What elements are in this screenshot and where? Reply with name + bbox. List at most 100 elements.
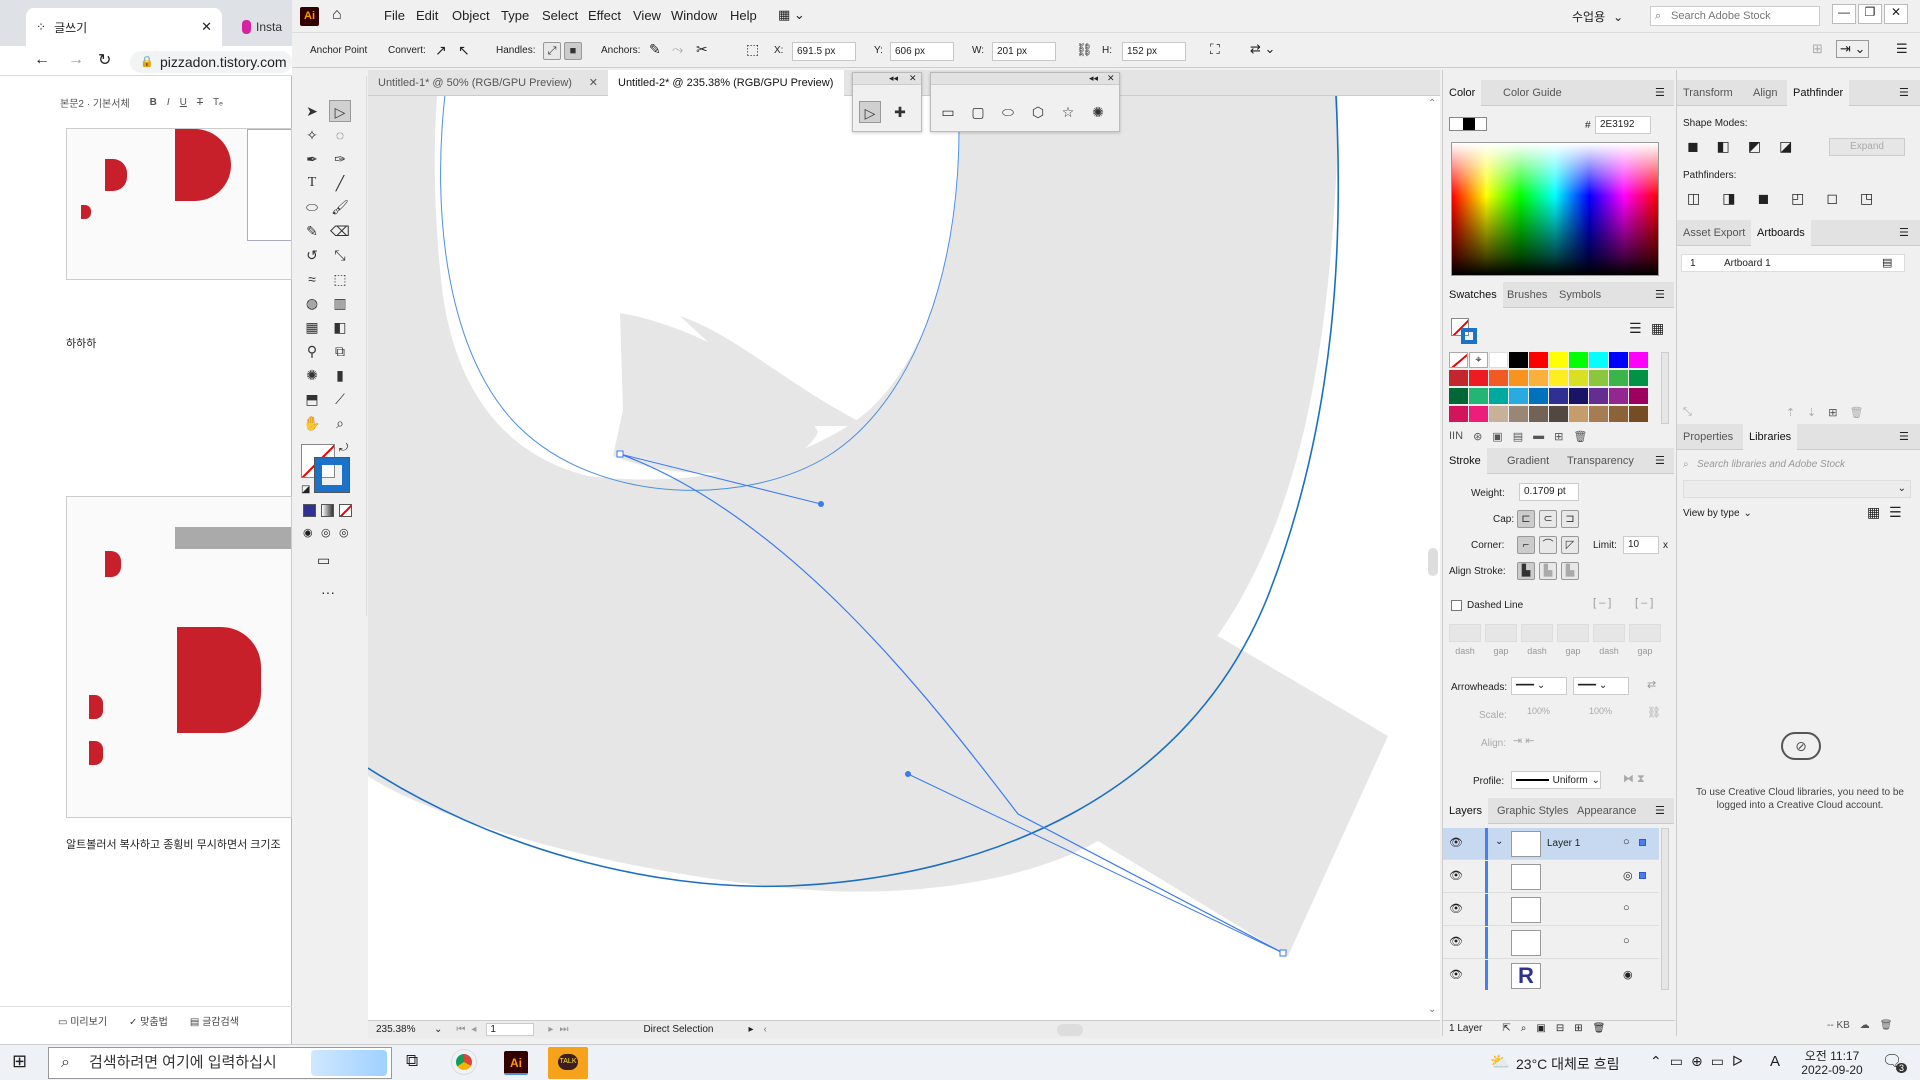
type-tool-icon[interactable]: T [301, 172, 323, 194]
strikethrough-icon[interactable]: T [197, 97, 203, 108]
artboard-tool-icon[interactable]: ⬒ [301, 388, 323, 410]
eyedropper-icon[interactable]: ⚲ [301, 340, 323, 362]
shape-builder-icon[interactable]: ◍ [301, 292, 323, 314]
flip-profile-icons[interactable]: ⧓ ⧗ [1623, 772, 1645, 786]
align-center-icon[interactable]: ▙ [1517, 562, 1535, 580]
swatch-color[interactable] [1509, 370, 1528, 386]
rotate-tool-icon[interactable]: ↺ [301, 244, 323, 266]
layers-scrollbar[interactable] [1661, 828, 1669, 990]
last-artboard-icon[interactable]: ⏭ [559, 1024, 568, 1035]
scroll-up-icon[interactable]: ⌃ [1428, 98, 1436, 109]
eye-icon[interactable]: 👁 [1449, 968, 1463, 981]
scroll-down-icon[interactable]: ⌄ [1428, 1004, 1436, 1015]
tab-graphic-styles[interactable]: Graphic Styles [1491, 798, 1575, 824]
start-scale-field[interactable]: 100% [1523, 706, 1563, 722]
menu-icon[interactable]: ☰ [1899, 430, 1909, 443]
back-icon[interactable]: ← [34, 51, 50, 69]
spellcheck-button[interactable]: ✓ 맞춤법 [129, 1013, 168, 1028]
menu-type[interactable]: Type [501, 8, 529, 23]
align-inside-icon[interactable]: ▙ [1539, 562, 1557, 580]
grid-view-icon[interactable]: ▦ [1651, 320, 1664, 337]
remove-anchor-icon[interactable]: ✎ [649, 41, 661, 58]
tab-layers[interactable]: Layers [1443, 798, 1489, 824]
arrange-icon[interactable]: ⊞ [1812, 41, 1823, 57]
trash-icon[interactable]: 🗑 [1573, 430, 1587, 443]
previous-artboard-icon[interactable]: ◂ [471, 1024, 476, 1035]
crop-icon[interactable]: ◰ [1791, 190, 1804, 207]
warp-tool-icon[interactable]: ≈ [301, 268, 323, 290]
close-icon[interactable]: ✕ [201, 19, 212, 35]
italic-icon[interactable]: I [167, 97, 170, 108]
swatch-color[interactable] [1469, 406, 1488, 422]
target-icon[interactable]: ○ [1623, 836, 1630, 848]
direct-selection-tool-icon[interactable]: ▷ [329, 100, 351, 122]
reload-icon[interactable]: ↻ [98, 50, 111, 70]
color-spectrum[interactable] [1451, 142, 1659, 276]
swatch-color[interactable] [1629, 406, 1648, 422]
tab-gradient[interactable]: Gradient [1501, 448, 1555, 474]
trash-icon[interactable]: 🗑 [1593, 1023, 1606, 1034]
artboard-number-field[interactable]: 1 [486, 1023, 535, 1036]
dash-field-1[interactable] [1449, 624, 1481, 642]
convert-corner-icon[interactable]: ↗ [435, 42, 447, 59]
swatch-color[interactable] [1589, 352, 1608, 368]
rearrange-icon[interactable]: ⤡ [1683, 406, 1692, 419]
illustrator-taskbar-icon[interactable]: Ai [504, 1051, 528, 1075]
link-scale-icon[interactable]: ⛓ [1647, 706, 1661, 719]
post-image-2[interactable] [66, 496, 292, 818]
menu-help[interactable]: Help [730, 8, 757, 23]
tab-asset-export[interactable]: Asset Export [1677, 220, 1751, 246]
weather-text[interactable]: 23°C 대체로 흐림 [1516, 1054, 1619, 1074]
gap-field-3[interactable] [1629, 624, 1661, 642]
stock-search-field[interactable]: ⌕ Search Adobe Stock [1650, 6, 1820, 26]
swatch-color[interactable] [1449, 406, 1468, 422]
stroke-swatch[interactable] [314, 457, 350, 493]
expand-button[interactable]: Expand [1829, 138, 1905, 156]
panel-options-icon[interactable]: ⇥ ⌄ [1836, 40, 1870, 58]
editor-style-text[interactable]: 본문2 · 기본서체 [60, 95, 130, 110]
artboard-canvas[interactable]: ⌃ ⌄ [368, 96, 1440, 1020]
swatch-color[interactable] [1549, 370, 1568, 386]
swatch-color[interactable] [1489, 370, 1508, 386]
swap-fill-stroke-icon[interactable]: ⤾ [339, 442, 348, 455]
add-anchor-icon[interactable]: ✚ [889, 101, 911, 123]
bevel-join-icon[interactable]: ◸ [1561, 536, 1579, 554]
swatch-color[interactable] [1609, 352, 1628, 368]
minus-front-icon[interactable]: ◧ [1717, 138, 1730, 155]
direct-selection-tool-icon[interactable]: ▷ [859, 101, 881, 123]
swatch-color[interactable] [1609, 406, 1628, 422]
tab-stroke[interactable]: Stroke [1443, 448, 1487, 474]
new-color-group-icon[interactable]: ▤ [1513, 430, 1523, 443]
eye-icon[interactable]: 👁 [1449, 902, 1463, 915]
menu-object[interactable]: Object [452, 8, 490, 23]
underline-icon[interactable]: U [180, 97, 187, 108]
post-image-1[interactable] [66, 128, 292, 280]
layer-row[interactable]: 👁 ○ [1443, 894, 1659, 926]
free-transform-icon[interactable]: ⬚ [329, 268, 351, 290]
tab-transform[interactable]: Transform [1677, 80, 1739, 106]
target-icon[interactable]: ○ [1623, 935, 1630, 947]
libraries-dropdown[interactable]: ⌄ [1683, 480, 1911, 498]
folder-icon[interactable]: ▬ [1533, 430, 1544, 442]
swatch-color[interactable] [1629, 370, 1648, 386]
pen-tool-icon[interactable]: ✒ [301, 148, 323, 170]
gap-field-1[interactable] [1485, 624, 1517, 642]
expand-layer-icon[interactable]: ⌄ [1495, 836, 1503, 847]
hide-handles-icon[interactable]: ■ [564, 42, 582, 60]
new-layer-icon[interactable]: ⊞ [1574, 1023, 1582, 1034]
swatch-color[interactable] [1469, 370, 1488, 386]
transform-icon[interactable]: ⛶ [1210, 41, 1220, 58]
swatch-color[interactable] [1509, 406, 1528, 422]
swatch-color[interactable] [1529, 406, 1548, 422]
polygon-tool-icon[interactable]: ⬡ [1027, 101, 1049, 123]
limit-field[interactable]: 10 [1623, 536, 1659, 554]
swatch-color[interactable] [1569, 352, 1588, 368]
swatch-color[interactable] [1589, 406, 1608, 422]
dash-field-2[interactable] [1521, 624, 1553, 642]
tab-color[interactable]: Color [1443, 80, 1482, 106]
tab-align[interactable]: Align [1747, 80, 1783, 106]
text-color-icon[interactable]: Tₑ [213, 97, 223, 108]
close-icon[interactable]: ✕ [589, 70, 598, 96]
scroll-left-icon[interactable]: ‹ [763, 1024, 766, 1035]
outline-icon[interactable]: ◻ [1826, 190, 1838, 207]
